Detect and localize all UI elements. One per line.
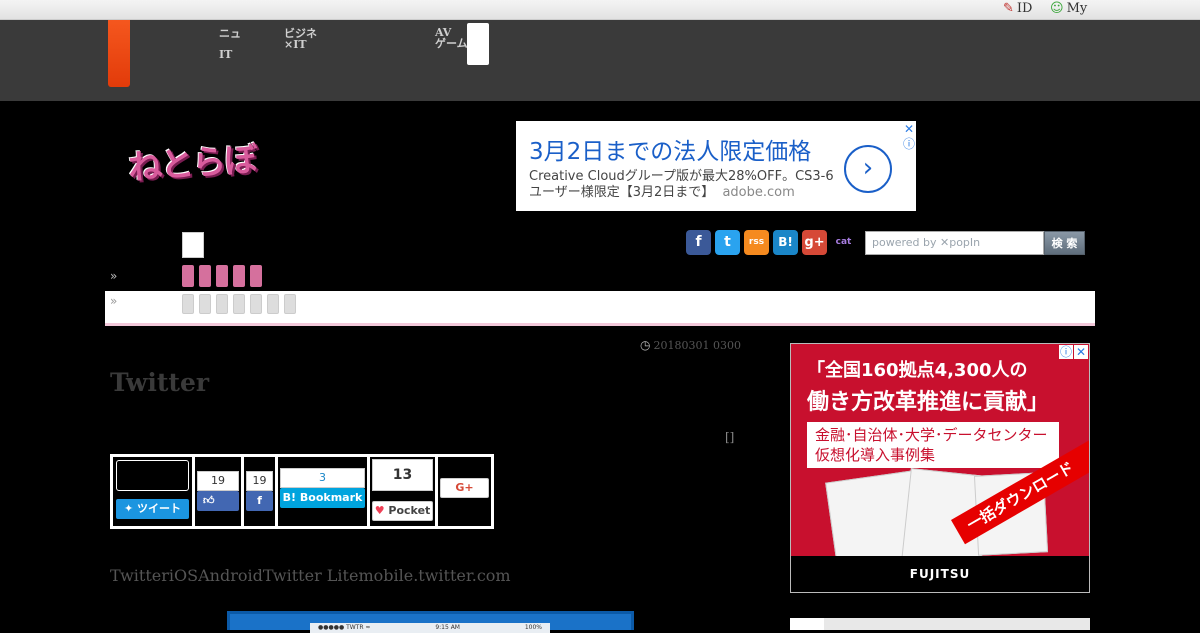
sidebar-widget	[790, 618, 1090, 630]
chevron-right-icon: »	[110, 269, 118, 283]
sidebar-widget-tab[interactable]	[790, 618, 824, 630]
clock-icon: ◷	[640, 338, 651, 352]
pencil-icon: ✎	[1003, 1, 1014, 16]
chevron-right-icon: »	[110, 294, 118, 308]
tweet-button[interactable]: ✦ ツイート	[116, 499, 189, 519]
nav-home-tab[interactable]	[108, 20, 130, 87]
id-link[interactable]: ✎ ID	[1003, 1, 1032, 16]
my-link-label: My	[1066, 1, 1088, 16]
nav-item-business-line2: ×IT	[284, 38, 307, 51]
breadcrumb-item[interactable]	[250, 294, 262, 314]
sidebar-ad[interactable]: 「全国160拠点4,300人の 働き方改革推進に貢献」 金融･自治体･大学･デー…	[790, 343, 1090, 593]
sidebar-ad-box: 金融･自治体･大学･データセンター 仮想化導入事例集	[807, 422, 1059, 468]
twitter-bird-icon: ✦	[123, 502, 134, 515]
breadcrumb-item[interactable]	[267, 294, 279, 314]
nav-item-news-line1: ニュ	[219, 27, 241, 40]
article-title: Twitter	[110, 368, 210, 397]
sidebar-ad-box-line2: 仮想化導入事例集	[815, 446, 936, 464]
category-tag[interactable]	[182, 265, 194, 287]
top-utility-bar: ✎ ID ☺ My	[0, 0, 1200, 20]
tweet-button-label: ツイート	[137, 502, 182, 515]
search-button[interactable]: 検 索	[1044, 231, 1085, 255]
category-tag[interactable]	[233, 265, 245, 287]
phone-status-bar: ●●●●● TWTR ≈ 9:15 AM 100%	[310, 623, 550, 633]
breadcrumb: »	[105, 291, 1095, 323]
hatena-bookmark-button[interactable]: B! Bookmark	[280, 488, 365, 508]
sidebar-ad-headline1: 「全国160拠点4,300人の	[807, 360, 1028, 381]
facebook-share-icon[interactable]: f	[246, 491, 273, 511]
sidebar-ad-headline2: 働き方改革推進に貢献」	[807, 390, 1050, 415]
breadcrumb-item[interactable]	[199, 294, 211, 314]
nav-item-news[interactable]: ニュ IT	[219, 28, 241, 60]
nav-more-button[interactable]	[467, 23, 489, 65]
article-image: ●●●●● TWTR ≈ 9:15 AM 100%	[227, 611, 634, 633]
breadcrumb-item[interactable]	[182, 294, 194, 314]
category-tag[interactable]	[216, 265, 228, 287]
breadcrumb-item[interactable]	[216, 294, 228, 314]
category-tag[interactable]	[250, 265, 262, 287]
pocket-button[interactable]: ♥ Pocket	[372, 501, 433, 521]
tweet-cell: ✦ ツイート	[113, 457, 192, 526]
pocket-button-label: Pocket	[388, 504, 431, 517]
fb-like-count: 19	[197, 471, 239, 491]
facebook-icon[interactable]: f	[686, 230, 711, 255]
category-tag[interactable]	[199, 265, 211, 287]
share-buttons: ✦ ツイート 19 👍︎ 19 f 3 B! Bookmark 13 ♥ Poc…	[110, 454, 494, 529]
article-lead: TwitteriOSAndroidTwitter Litemobile.twit…	[110, 566, 511, 585]
info-icon[interactable]: ⓘ	[902, 137, 916, 151]
breadcrumb-item[interactable]	[233, 294, 245, 314]
banner-ad-line2: ユーザー様限定【3月2日まで】 adobe.com	[529, 181, 795, 200]
breadcrumb-item[interactable]	[284, 294, 296, 314]
article-bracket: []	[725, 430, 735, 444]
nav-item-news-line2: IT	[219, 48, 233, 61]
search-input[interactable]: powered by ✕popIn	[865, 231, 1044, 255]
chevron-right-icon[interactable]: ›	[844, 145, 892, 193]
info-icon[interactable]: ⓘ	[1059, 345, 1073, 359]
banner-ad[interactable]: 3月2日までの法人限定価格 Creative Cloudグループ版が最大28%O…	[516, 121, 916, 211]
close-icon[interactable]: ✕	[1074, 345, 1088, 359]
google-plus-icon[interactable]: g+	[802, 230, 827, 255]
nav-item-av-line2: ゲーム	[435, 37, 468, 50]
rss-icon[interactable]: rss	[744, 230, 769, 255]
fujitsu-logo: FUJITSU	[791, 556, 1089, 592]
twitter-icon[interactable]: t	[715, 230, 740, 255]
sidebar-ad-box-line1: 金融･自治体･大学･データセンター	[815, 426, 1048, 444]
hatena-count: 3	[280, 468, 365, 488]
phone-time: 9:15 AM	[435, 624, 460, 631]
thumbs-up-icon[interactable]: 👍︎	[197, 491, 239, 511]
phone-battery: 100%	[524, 624, 542, 631]
fb-like-cell: 19 👍︎	[195, 457, 241, 526]
google-plus-button[interactable]: G+	[440, 478, 489, 498]
close-icon[interactable]: ✕	[902, 122, 916, 136]
cat-icon[interactable]: cat	[831, 230, 856, 255]
nav-item-av[interactable]: AV ゲーム	[435, 27, 468, 49]
pocket-count: 13	[372, 459, 433, 491]
article-date-text: 20180301 0300	[653, 338, 741, 352]
my-link[interactable]: ☺ My	[1050, 1, 1087, 16]
fb-share-cell: 19 f	[244, 457, 275, 526]
main-navigation: ニュ IT ビジネ ×IT AV ゲーム	[0, 20, 1200, 101]
article-date: ◷ 20180301 0300	[640, 338, 741, 352]
hatena-cell: 3 B! Bookmark	[278, 457, 367, 526]
nav-item-business[interactable]: ビジネ ×IT	[284, 28, 317, 50]
gplus-cell: G+	[438, 457, 491, 526]
subnav-box[interactable]	[182, 232, 204, 258]
id-link-label: ID	[1016, 1, 1033, 16]
banner-ad-line2-text: ユーザー様限定【3月2日まで】	[529, 185, 715, 200]
banner-ad-headline: 3月2日までの法人限定価格	[529, 139, 812, 165]
hatena-icon[interactable]: B!	[773, 230, 798, 255]
user-icon: ☺	[1050, 1, 1064, 16]
pocket-cell: 13 ♥ Pocket	[370, 457, 435, 526]
tweet-count-box	[116, 460, 189, 491]
breadcrumb-divider	[105, 323, 1095, 326]
banner-ad-domain: adobe.com	[722, 185, 795, 200]
fb-share-count: 19	[246, 471, 273, 491]
phone-carrier: ●●●●● TWTR ≈	[318, 624, 371, 631]
pocket-icon: ♥	[374, 504, 385, 517]
site-logo[interactable]: ねとらぼ	[126, 132, 257, 190]
sidebar-ad-visual: 「全国160拠点4,300人の 働き方改革推進に貢献」 金融･自治体･大学･デー…	[791, 344, 1089, 556]
